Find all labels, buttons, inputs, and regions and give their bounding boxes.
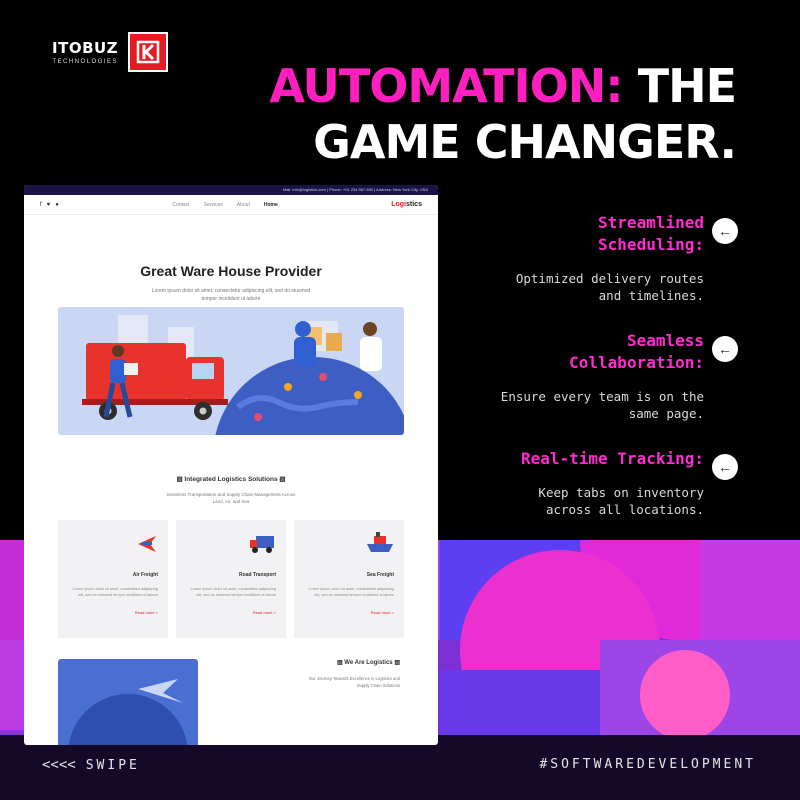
nav-link[interactable]: Contact: [172, 202, 189, 208]
site-nav-links: Contact Services About Home: [172, 202, 277, 208]
nav-link[interactable]: About: [237, 202, 250, 208]
service-card[interactable]: Road Transport Lorem ipsum dolor sit ame…: [176, 520, 286, 638]
feature-item: Real-time Tracking: Keep tabs on invento…: [488, 448, 738, 518]
site-logo-main: Logi: [391, 201, 407, 208]
arrow-left-icon: ←: [712, 218, 738, 244]
site-logo-accent: stics: [406, 201, 422, 208]
service-card[interactable]: Air Freight Lorem ipsum dolor sit amet, …: [58, 520, 168, 638]
card-title: Air Freight: [132, 572, 158, 578]
globe-icon[interactable]: ●: [55, 202, 59, 208]
card-desc: Lorem ipsum dolor sit amet, consectetur …: [72, 587, 158, 597]
feature-list: Streamlined Scheduling: Optimized delive…: [488, 212, 738, 544]
nav-link[interactable]: Services: [204, 202, 223, 208]
feature-title: Seamless Collaboration:: [569, 331, 704, 372]
brand-name: ITOBUZ: [52, 39, 119, 57]
card-desc: Lorem ipsum dolor sit amet, consectetur …: [308, 587, 394, 597]
feature-desc: Ensure every team is on the same page.: [500, 389, 704, 421]
about-image: [58, 659, 198, 745]
brand-logo: ITOBUZ TECHNOLOGIES: [52, 32, 169, 72]
feature-desc: Optimized delivery routes and timelines.: [515, 271, 704, 303]
headline: AUTOMATION: THE GAME CHANGER.: [269, 58, 737, 170]
hashtag: #SOFTWAREDEVELOPMENT: [539, 757, 756, 772]
service-cards: Air Freight Lorem ipsum dolor sit amet, …: [58, 520, 404, 638]
swipe-indicator[interactable]: <<<< SWIPE: [42, 757, 140, 773]
feature-item: Streamlined Scheduling: Optimized delive…: [488, 212, 738, 304]
section-title-text: Integrated Logistics Solutions: [184, 476, 278, 483]
read-more-link[interactable]: Read more >: [186, 610, 276, 615]
airplane-icon: [68, 530, 158, 556]
brand-tagline: TECHNOLOGIES: [52, 59, 119, 65]
card-desc: Lorem ipsum dolor sit amet, consectetur …: [190, 587, 276, 597]
site-topbar: Mail: info@logistics.com | Phone: +01 23…: [24, 185, 438, 195]
hero-illustration: [58, 307, 404, 435]
headline-accent: AUTOMATION:: [269, 59, 623, 113]
arrow-left-icon: ←: [712, 336, 738, 362]
hero-subtitle: Lorem ipsum dolor sit amet, consectetur …: [151, 288, 311, 302]
chevrons-left-icon: <<<<: [42, 757, 76, 773]
section-subtitle: Seamless Transportation and Supply Chain…: [166, 492, 296, 504]
website-mockup: Mail: info@logistics.com | Phone: +01 23…: [24, 185, 438, 745]
site-navbar: f ♥ ● Contact Services About Home Logist…: [24, 195, 438, 215]
card-title: Sea Freight: [366, 572, 394, 578]
site-logo[interactable]: Logistics: [391, 201, 422, 208]
feature-item: Seamless Collaboration: Ensure every tea…: [488, 330, 738, 422]
headline-word: THE: [637, 59, 737, 113]
feature-title: Streamlined Scheduling:: [598, 213, 704, 254]
facebook-icon[interactable]: f: [40, 202, 42, 208]
section-title: ▧ Integrated Logistics Solutions ▧: [176, 476, 286, 483]
feature-desc: Keep tabs on inventory across all locati…: [538, 485, 704, 517]
hero-title: Great Ware House Provider: [140, 263, 322, 279]
feature-title: Real-time Tracking:: [520, 449, 704, 468]
card-title: Road Transport: [239, 572, 276, 578]
swipe-label: SWIPE: [85, 757, 140, 773]
headline-line2: GAME CHANGER.: [313, 115, 737, 169]
about-title-text: We Are Logistics: [344, 660, 393, 666]
arrow-left-icon: ←: [712, 454, 738, 480]
about-title: ▧ We Are Logistics ▧: [336, 660, 400, 666]
ship-icon: [304, 530, 394, 556]
heart-icon[interactable]: ♥: [47, 202, 51, 208]
brand-mark-icon: [128, 32, 169, 72]
truck-icon: [186, 530, 276, 556]
brand-text: ITOBUZ TECHNOLOGIES: [52, 39, 118, 65]
nav-link-active[interactable]: Home: [264, 202, 278, 208]
about-subtitle: Our Journey Towards Excellence in Logist…: [308, 676, 400, 688]
read-more-link[interactable]: Read more >: [68, 610, 158, 615]
read-more-link[interactable]: Read more >: [304, 610, 394, 615]
social-icons: f ♥ ●: [40, 202, 59, 208]
service-card[interactable]: Sea Freight Lorem ipsum dolor sit amet, …: [294, 520, 404, 638]
